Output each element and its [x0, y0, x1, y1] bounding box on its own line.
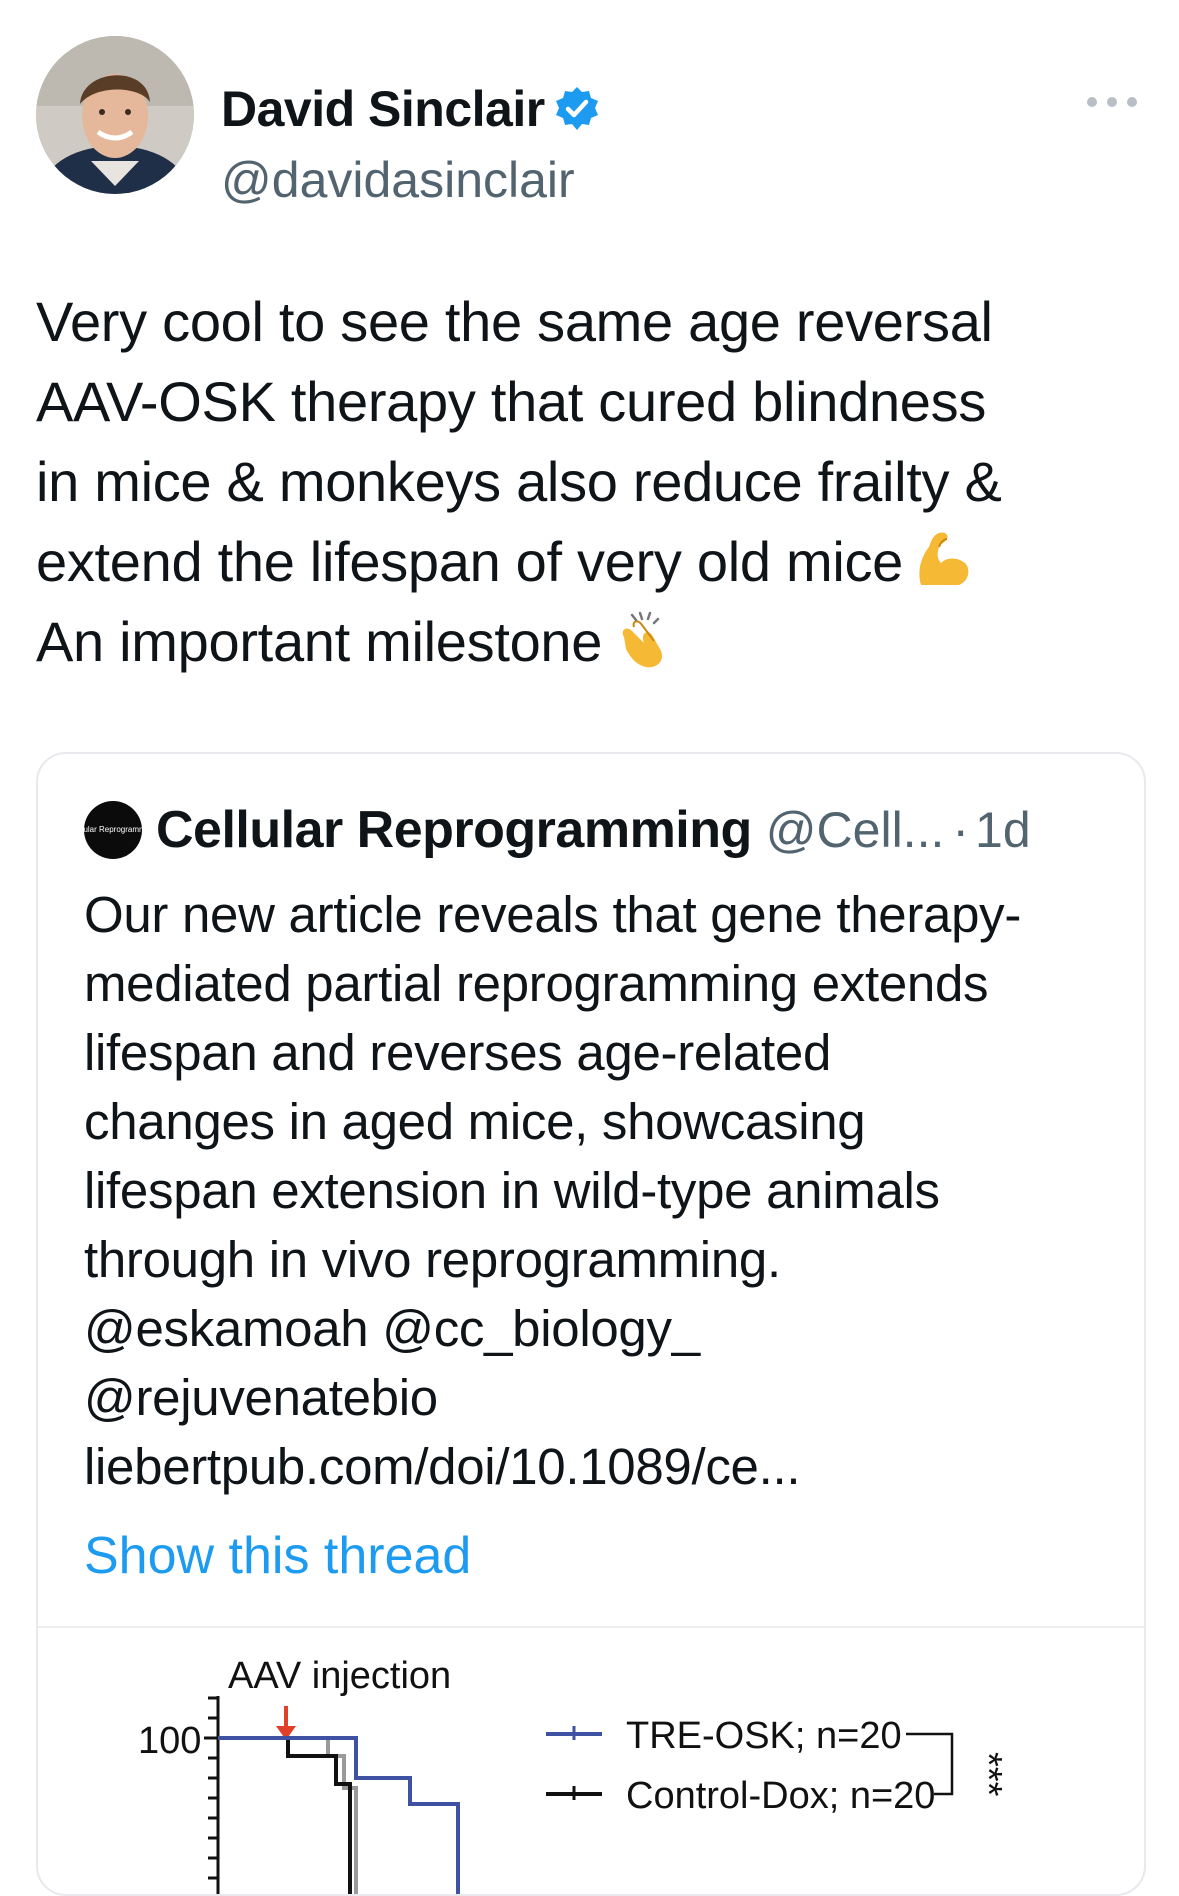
quoted-tweet-card[interactable]: Cellular Reprogramming Cellular Reprogra… — [36, 752, 1146, 1896]
author-name[interactable]: David Sinclair — [221, 80, 545, 138]
survival-chart-image[interactable]: AAV injection 100 TRE-OSK; n=20 Control-… — [38, 1628, 1144, 1894]
tweet-line: An important milestone — [36, 610, 603, 673]
quoted-line: mediated partial reprogramming extends — [84, 955, 989, 1012]
quoted-line: lifespan extension in wild-type animals — [84, 1162, 940, 1219]
y-axis-ticks — [204, 1696, 218, 1880]
quoted-tweet-text: Our new article reveals that gene therap… — [84, 880, 1124, 1501]
control-series-line — [218, 1736, 352, 1894]
legend-label-control: Control-Dox; n=20 — [626, 1775, 935, 1817]
author-name-row[interactable]: David Sinclair — [221, 80, 601, 138]
author-handle[interactable]: @davidasinclair — [221, 151, 575, 209]
verified-badge-icon — [553, 85, 601, 133]
quoted-line: through in vivo reprogramming. — [84, 1231, 781, 1288]
tweet-line: extend the lifespan of very old mice — [36, 530, 904, 593]
quoted-line: changes in aged mice, showcasing — [84, 1093, 866, 1150]
quoted-avatar-logo-text: Cellular Reprogramming — [69, 825, 157, 834]
tweet-line-with-emoji: extend the lifespan of very old mice — [36, 522, 1146, 602]
quoted-timestamp[interactable]: 1d — [975, 801, 1031, 859]
more-options-icon[interactable] — [1087, 92, 1137, 112]
show-thread-link[interactable]: Show this thread — [84, 1526, 471, 1586]
mentions-line[interactable]: @eskamoah @cc_biology_ — [84, 1294, 1124, 1363]
significance-marker: *** — [967, 1752, 1009, 1797]
tweet-line: Very cool to see the same age reversal — [36, 290, 993, 353]
tweet-line: AAV-OSK therapy that cured blindness — [36, 370, 987, 433]
quoted-line: Our new article reveals that gene therap… — [84, 886, 1022, 943]
tweet-line: in mice & monkeys also reduce frailty & — [36, 450, 1002, 513]
flexed-biceps-icon — [911, 527, 975, 591]
quoted-author-handle[interactable]: @Cell... — [766, 801, 945, 859]
y-tick-label: 100 — [138, 1720, 201, 1762]
legend-label-osk: TRE-OSK; n=20 — [626, 1715, 902, 1757]
separator-dot: · — [952, 802, 970, 858]
author-avatar[interactable] — [36, 36, 194, 194]
survival-chart: AAV injection 100 TRE-OSK; n=20 Control-… — [138, 1655, 1009, 1894]
chart-annotation: AAV injection — [228, 1655, 451, 1697]
clapping-hands-icon — [610, 607, 674, 671]
more-dot — [1107, 97, 1117, 107]
tweet-header: David Sinclair @davidasinclair — [36, 36, 1143, 208]
quoted-line: lifespan and reverses age-related — [84, 1024, 832, 1081]
mentions-line[interactable]: @rejuvenatebio — [84, 1363, 1124, 1432]
article-link[interactable]: liebertpub.com/doi/10.1089/ce... — [84, 1432, 1124, 1501]
tweet-text: Very cool to see the same age reversal A… — [36, 282, 1146, 682]
tweet-line-with-emoji: An important milestone — [36, 602, 1146, 682]
quoted-tweet-header: Cellular Reprogramming Cellular Reprogra… — [70, 800, 1031, 860]
quoted-author-avatar[interactable]: Cellular Reprogramming — [70, 801, 156, 859]
more-dot — [1087, 97, 1097, 107]
more-dot — [1127, 97, 1137, 107]
author-avatar-image — [36, 36, 194, 194]
quoted-author-name[interactable]: Cellular Reprogramming — [156, 800, 752, 860]
